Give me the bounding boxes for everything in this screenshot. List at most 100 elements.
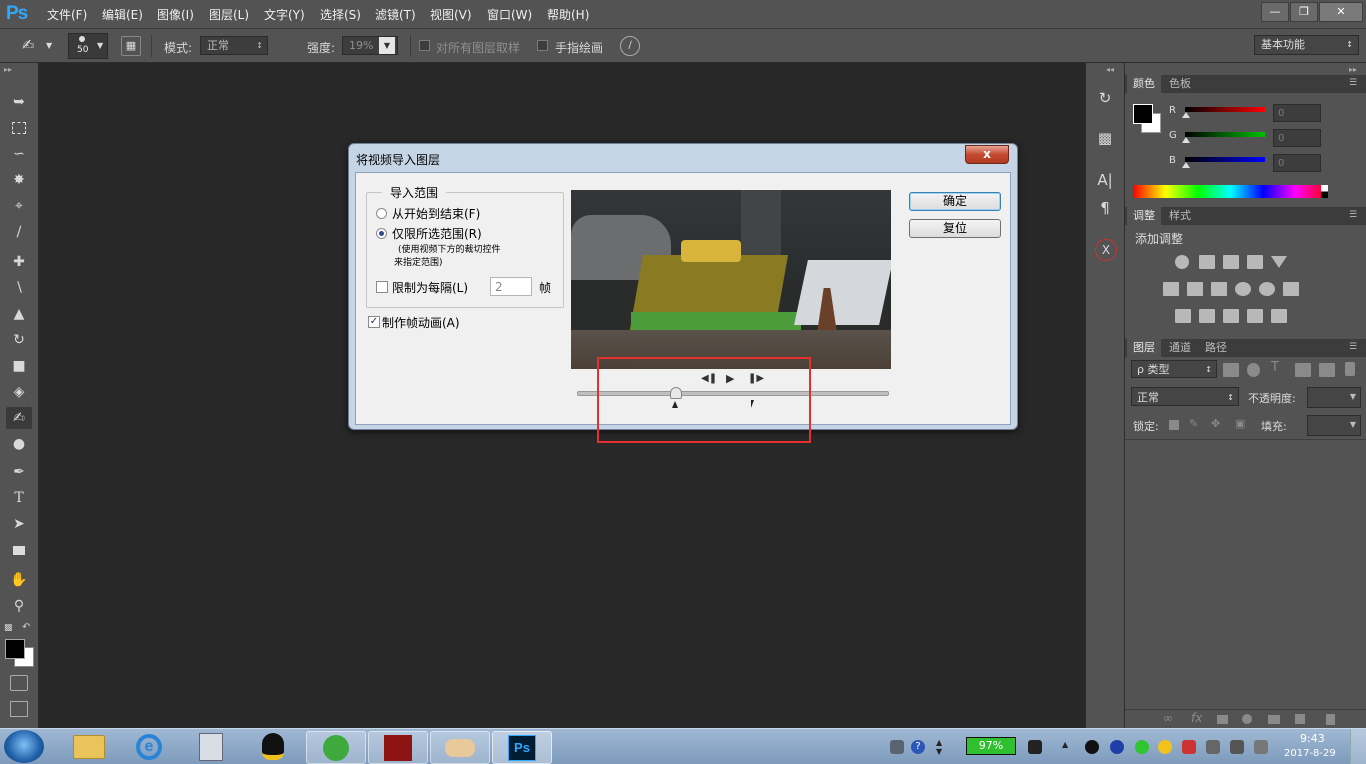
usb-icon[interactable] [1206,740,1220,754]
black-white-ramp[interactable] [1321,185,1328,198]
channel-b-slider[interactable] [1185,157,1265,162]
lock-all-icon[interactable]: ▣ [1235,417,1245,430]
menu-view[interactable]: 视图(V) [430,6,472,23]
default-colors-icon[interactable]: ▩ [4,623,13,633]
color-spectrum-bar[interactable] [1133,185,1328,198]
radio-selected-range[interactable] [376,228,387,239]
channel-r-slider[interactable] [1185,107,1265,112]
levels-icon[interactable] [1199,255,1215,269]
eraser-tool-icon[interactable]: ■ [6,355,32,377]
tab-paths[interactable]: 路径 [1199,339,1233,357]
panel-menu-icon[interactable]: ☰ [1349,210,1357,220]
history-brush-tool-icon[interactable]: ↻ [6,329,32,351]
qq-tray-icon[interactable] [1085,740,1099,754]
dialog-close-button[interactable]: x [965,145,1009,164]
selective-color-icon[interactable] [1271,309,1287,323]
slider-thumb[interactable] [1182,162,1190,168]
color-balance-icon[interactable] [1187,282,1203,296]
radio-from-start[interactable] [376,208,387,219]
channel-g-value[interactable]: 0 [1273,129,1321,147]
menu-window[interactable]: 窗口(W) [487,6,532,23]
explorer-icon[interactable] [60,731,118,762]
calculator-icon[interactable] [182,731,240,762]
rectangle-tool-icon[interactable] [6,539,32,561]
dodge-tool-icon[interactable]: ● [6,433,32,455]
tab-styles[interactable]: 样式 [1163,207,1197,225]
filter-smart-object-icon[interactable] [1319,363,1335,377]
menu-filter[interactable]: 滤镜(T) [375,6,416,23]
layer-filter-select[interactable]: ρ 类型 ↕ [1131,360,1217,378]
channel-b-value[interactable]: 0 [1273,154,1321,172]
pressure-icon[interactable]: ∕ [620,36,640,56]
reset-button[interactable]: 复位 [909,219,1001,238]
eyedropper-tool-icon[interactable]: ∕ [6,221,32,243]
link-layers-icon[interactable]: ∞ [1163,711,1173,725]
ie-icon[interactable]: e [120,731,178,762]
battery-indicator[interactable]: 97% [966,737,1016,755]
trash-icon[interactable] [1326,714,1335,725]
zoom-tool-icon[interactable]: ⚲ [6,595,32,617]
paint-bucket-tool-icon[interactable]: ◈ [6,381,32,403]
limit-frames-label[interactable]: 限制为每隔(L) [392,279,468,296]
opacity-input[interactable]: ▼ [1307,387,1361,408]
crop-tool-icon[interactable]: ⌖ [6,195,32,217]
chevron-icon[interactable]: ▲ ▼ [936,738,942,756]
radio-selected-range-label[interactable]: 仅限所选范围(R) [392,225,482,242]
healing-brush-tool-icon[interactable]: ✚ [6,251,32,273]
gradient-map-icon[interactable] [1247,309,1263,323]
3d-icon[interactable]: ▩ [1093,127,1117,149]
x-icon[interactable]: X [1095,239,1117,261]
menu-image[interactable]: 图像(I) [157,6,194,23]
lock-transparent-icon[interactable] [1169,420,1179,430]
chevron-down-icon[interactable]: ▼ [46,41,52,50]
hue-saturation-icon[interactable] [1163,282,1179,296]
menu-edit[interactable]: 编辑(E) [102,6,143,23]
clock-time[interactable]: 9:43 [1300,732,1325,745]
curves-icon[interactable] [1223,255,1239,269]
radio-from-start-label[interactable]: 从开始到结束(F) [392,205,480,222]
brush-panel-icon[interactable]: ▦ [121,36,141,56]
power-plug-icon[interactable] [1028,740,1042,754]
type-tool-icon[interactable]: T [6,487,32,509]
workspace-select[interactable]: 基本功能 ↕ [1254,35,1359,55]
channel-r-value[interactable]: 0 [1273,104,1321,122]
restore-button[interactable]: ❐ [1290,2,1318,22]
ok-button[interactable]: 确定 [909,192,1001,211]
menu-help[interactable]: 帮助(H) [547,6,589,23]
slider-thumb[interactable] [1182,137,1190,143]
blend-mode-select[interactable]: 正常 ↕ [1131,387,1239,406]
path-selection-tool-icon[interactable]: ➤ [6,513,32,535]
swap-colors-icon[interactable]: ↶ [22,622,30,633]
tab-swatches[interactable]: 色板 [1163,75,1197,93]
show-desktop-button[interactable] [1350,729,1366,764]
network-error-icon[interactable] [1182,740,1196,754]
hand-tool-icon[interactable]: ✋ [6,569,32,591]
history-icon[interactable]: ↻ [1093,87,1117,109]
collapse-icon[interactable]: ▸▸ [1349,65,1357,74]
fill-input[interactable]: ▼ [1307,415,1361,436]
channel-mixer-icon[interactable] [1259,282,1275,296]
volume-muted-icon[interactable] [1254,740,1268,754]
360-icon[interactable] [306,731,366,764]
filter-adjustment-icon[interactable] [1247,363,1260,377]
filter-pixel-icon[interactable] [1223,363,1239,377]
lasso-tool-icon[interactable]: ∽ [6,143,32,165]
tab-adjustments[interactable]: 调整 [1127,207,1161,225]
foreground-color-swatch[interactable] [5,639,25,659]
invert-icon[interactable] [1175,309,1191,323]
windows-start-icon[interactable] [4,730,44,763]
keyboard-icon[interactable] [890,740,904,754]
network-icon[interactable] [1230,740,1244,754]
marquee-tool-icon[interactable] [6,117,32,139]
brightness-icon[interactable] [1175,255,1189,269]
tab-layers[interactable]: 图层 [1127,339,1161,357]
photo-filter-icon[interactable] [1235,282,1251,296]
clock-date[interactable]: 2017-8-29 [1284,748,1336,759]
menu-layer[interactable]: 图层(L) [209,6,249,23]
brush-size-picker[interactable]: 50 ▼ [68,33,108,59]
mode-select[interactable]: 正常 ↕ [200,36,268,55]
limit-frames-checkbox[interactable] [376,281,388,293]
help-icon[interactable]: ? [911,740,925,754]
360-tray-icon[interactable] [1158,740,1172,754]
handshake-icon[interactable] [430,731,490,764]
